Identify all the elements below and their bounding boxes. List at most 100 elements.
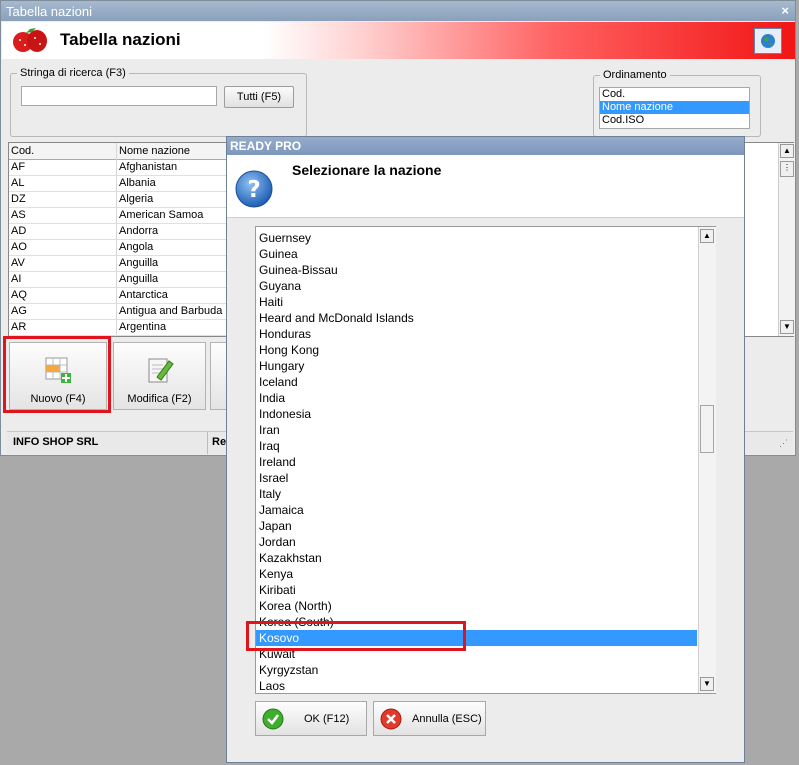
list-item[interactable]: Iran — [256, 422, 697, 438]
ok-button[interactable]: OK (F12) — [255, 701, 367, 736]
list-item[interactable]: Korea (North) — [256, 598, 697, 614]
cancel-button[interactable]: Annulla (ESC) — [373, 701, 486, 736]
list-item[interactable]: Iraq — [256, 438, 697, 454]
cell-name: Andorra — [119, 225, 159, 237]
cell-name: Afghanistan — [119, 161, 178, 173]
table-row[interactable]: AF Afghanistan — [9, 159, 234, 176]
cell-name: Anguilla — [119, 273, 159, 285]
edit-button[interactable]: Modifica (F2) — [113, 342, 206, 410]
sort-listbox[interactable]: Cod. Nome nazione Cod.ISO — [599, 87, 750, 129]
list-item[interactable]: Laos — [256, 678, 697, 694]
sort-option-nome-nazione[interactable]: Nome nazione — [600, 101, 749, 114]
cell-code: AD — [11, 225, 27, 237]
column-header-name[interactable]: Nome nazione — [119, 143, 229, 159]
cell-code: AL — [11, 177, 25, 189]
cell-code: AR — [11, 321, 27, 333]
grid-header: Cod. Nome nazione — [9, 143, 234, 160]
globe-button[interactable] — [754, 28, 782, 54]
banner: Tabella nazioni — [2, 22, 795, 59]
table-row[interactable]: AL Albania — [9, 175, 234, 192]
ok-button-label: OK (F12) — [304, 713, 350, 725]
cell-name: Angola — [119, 241, 154, 253]
highlight-box — [3, 336, 111, 413]
nation-list-scrollbar[interactable]: ▲ ▼ — [698, 227, 716, 693]
dialog-header: ? Selezionare la nazione — [227, 155, 744, 218]
cell-code: AV — [11, 257, 25, 269]
resize-grip-icon[interactable]: ⋰ — [779, 438, 788, 449]
cell-code: AQ — [11, 289, 27, 301]
list-item[interactable]: India — [256, 390, 697, 406]
grid-scrollbar[interactable]: ▲ ⋮ ▼ — [778, 143, 795, 336]
cell-code: AG — [11, 305, 27, 317]
table-row[interactable]: AO Angola — [9, 239, 234, 256]
tutti-button[interactable]: Tutti (F5) — [224, 86, 294, 108]
list-item[interactable]: Honduras — [256, 326, 697, 342]
sort-option-cod[interactable]: Cod. — [600, 88, 749, 101]
banner-title: Tabella nazioni — [60, 30, 181, 49]
list-item[interactable]: Guinea — [256, 246, 697, 262]
list-item[interactable]: Israel — [256, 470, 697, 486]
table-row[interactable]: AQ Antarctica — [9, 287, 234, 304]
sort-group-label: Ordinamento — [603, 69, 667, 81]
cell-name: Argentina — [119, 321, 167, 333]
list-item[interactable]: Heard and McDonald Islands — [256, 310, 697, 326]
search-input[interactable] — [21, 86, 217, 106]
cell-code: AS — [11, 209, 26, 221]
status-partial-text: Re — [212, 436, 227, 448]
svg-text:?: ? — [247, 177, 260, 203]
cell-name: Albania — [119, 177, 156, 189]
list-item[interactable]: Jamaica — [256, 502, 697, 518]
scroll-down-icon[interactable]: ▼ — [780, 320, 794, 334]
list-item[interactable]: Kyrgyzstan — [256, 662, 697, 678]
globe-icon — [761, 34, 775, 48]
list-item[interactable]: Hong Kong — [256, 342, 697, 358]
column-header-code[interactable]: Cod. — [11, 143, 117, 159]
main-window-title: Tabella nazioni — [6, 4, 93, 19]
dialog-title-bar: READY PRO — [227, 137, 744, 155]
list-item[interactable]: Guernsey — [256, 230, 697, 246]
scroll-up-icon[interactable]: ▲ — [700, 229, 714, 243]
list-item[interactable]: Guyana — [256, 278, 697, 294]
cell-name: Antigua and Barbuda — [119, 305, 223, 317]
table-row[interactable]: AG Antigua and Barbuda — [9, 303, 234, 320]
table-row[interactable]: AD Andorra — [9, 223, 234, 240]
table-row[interactable]: AI Anguilla — [9, 271, 234, 288]
cell-name: Antarctica — [119, 289, 168, 301]
table-row[interactable]: DZ Algeria — [9, 191, 234, 208]
list-item[interactable]: Guinea-Bissau — [256, 262, 697, 278]
list-item[interactable]: Iceland — [256, 374, 697, 390]
list-item[interactable]: Indonesia — [256, 406, 697, 422]
cell-code: AF — [11, 161, 26, 173]
scroll-up-icon[interactable]: ▲ — [780, 144, 794, 158]
list-item[interactable]: Ireland — [256, 454, 697, 470]
cancel-icon — [380, 708, 402, 730]
search-group-label: Stringa di ricerca (F3) — [20, 67, 126, 79]
list-item[interactable]: Hungary — [256, 358, 697, 374]
main-title-bar: Tabella nazioni × — [1, 1, 795, 21]
cell-code: DZ — [11, 193, 26, 205]
scroll-down-icon[interactable]: ▼ — [700, 677, 714, 691]
list-item[interactable]: Kenya — [256, 566, 697, 582]
dialog-title: READY PRO — [230, 139, 302, 153]
list-item[interactable]: Jordan — [256, 534, 697, 550]
list-item[interactable]: Japan — [256, 518, 697, 534]
scroll-thumb[interactable]: ⋮ — [780, 161, 794, 177]
cell-name: Anguilla — [119, 257, 159, 269]
check-icon — [262, 708, 284, 730]
sort-option-cod-iso[interactable]: Cod.ISO — [600, 114, 749, 127]
close-icon[interactable]: × — [781, 3, 789, 18]
table-row[interactable]: AR Argentina — [9, 319, 234, 336]
cell-name: Algeria — [119, 193, 154, 205]
list-item[interactable]: Kazakhstan — [256, 550, 697, 566]
list-item[interactable]: Italy — [256, 486, 697, 502]
cell-code: AO — [11, 241, 27, 253]
select-nation-dialog: READY PRO ? Selezionare la nazione Guern… — [226, 136, 745, 763]
edit-icon — [148, 358, 174, 383]
list-item[interactable]: Kiribati — [256, 582, 697, 598]
highlight-box — [246, 621, 466, 651]
cell-code: AI — [11, 273, 22, 285]
list-item[interactable]: Haiti — [256, 294, 697, 310]
scroll-thumb[interactable] — [700, 405, 714, 453]
table-row[interactable]: AV Anguilla — [9, 255, 234, 272]
table-row[interactable]: AS American Samoa — [9, 207, 234, 224]
